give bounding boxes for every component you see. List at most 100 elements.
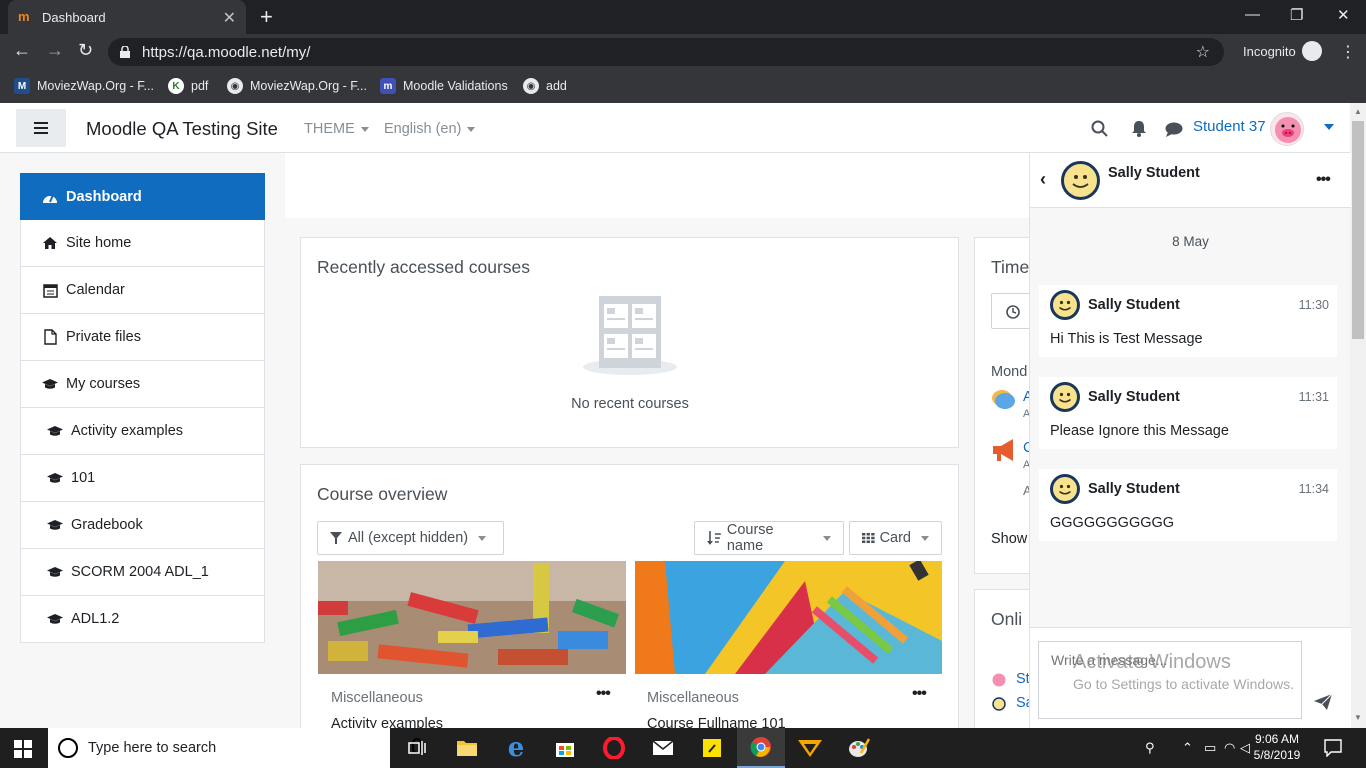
back-icon[interactable]: ← [13, 40, 31, 61]
maximize-icon[interactable]: ❐ [1290, 6, 1303, 24]
nav-item-dashboard[interactable]: Dashboard [20, 173, 265, 220]
message-drawer: ‹ Sally Student ••• 8 May Sally Student … [1029, 153, 1351, 728]
graduation-cap-icon [46, 564, 64, 580]
sender-avatar [1050, 290, 1080, 320]
incognito-label: Incognito [1243, 44, 1296, 59]
search-icon[interactable] [1091, 120, 1108, 137]
bookmark-item[interactable]: M MoviezWap.Org - F... [14, 78, 154, 94]
bookmark-item[interactable]: ◉ MoviezWap.Org - F... [227, 78, 367, 94]
vlc-icon[interactable] [786, 728, 834, 768]
user-menu-chevron-icon[interactable] [1324, 124, 1334, 130]
scroll-down-icon[interactable]: ▼ [1354, 713, 1362, 722]
paint-icon[interactable] [835, 728, 883, 768]
nav-item-my-courses[interactable]: My courses [20, 361, 265, 408]
language-menu[interactable]: English (en) [384, 121, 476, 137]
lock-icon [120, 46, 130, 58]
conversation-actions-icon[interactable]: ••• [1316, 171, 1331, 189]
user-name[interactable]: Student 37 [1193, 118, 1266, 135]
pdf-icon: K [168, 78, 184, 94]
user-avatar[interactable] [1270, 112, 1304, 146]
bookmark-item[interactable]: ◉ add [523, 78, 567, 94]
bookmark-item[interactable]: m Moodle Validations [380, 78, 508, 94]
conversation-header: ‹ Sally Student ••• [1030, 153, 1351, 208]
new-tab-icon[interactable]: + [260, 4, 273, 30]
taskbar-search-box[interactable]: Type here to search [48, 728, 422, 768]
browser-menu-icon[interactable]: ⋮ [1340, 42, 1356, 62]
volume-icon[interactable]: ◁ [1240, 740, 1250, 756]
reload-icon[interactable]: ↻ [78, 40, 93, 61]
message-sender: Sally Student [1088, 389, 1180, 405]
taskbar-clock[interactable]: 9:06 AM 5/8/2019 [1250, 731, 1304, 763]
action-center-icon[interactable] [1324, 739, 1342, 757]
course-name-link[interactable]: Activity examples [331, 716, 443, 728]
nav-item-scorm-2004[interactable]: SCORM 2004 ADL_1 [20, 549, 265, 596]
graduation-cap-icon [46, 517, 64, 533]
graduation-cap-icon [46, 470, 64, 486]
file-explorer-icon[interactable] [443, 728, 491, 768]
bell-icon[interactable] [1131, 120, 1147, 137]
bookmark-item[interactable]: K pdf [168, 78, 208, 94]
site-navbar: Moodle QA Testing Site THEME English (en… [0, 103, 1350, 153]
browser-tab[interactable]: m Dashboard ✕ [8, 0, 246, 34]
course-image-activity-examples[interactable] [318, 561, 626, 674]
course-category: Miscellaneous [331, 690, 423, 706]
grouping-filter-dropdown[interactable]: All (except hidden) [317, 521, 504, 555]
menu-toggle-button[interactable] [16, 109, 66, 147]
store-icon[interactable] [541, 728, 589, 768]
course-actions-menu-icon[interactable]: ••• [912, 685, 927, 703]
sort-dropdown[interactable]: Course name [694, 521, 844, 555]
mail-icon[interactable] [639, 728, 687, 768]
minimize-icon[interactable]: — [1245, 6, 1260, 23]
people-icon[interactable]: ⚲ [1145, 740, 1155, 756]
incognito-icon [1302, 41, 1322, 61]
view-mode-dropdown[interactable]: Card [849, 521, 942, 555]
windows-start-icon[interactable] [14, 740, 32, 758]
battery-icon[interactable]: ▭ [1204, 740, 1216, 756]
contact-avatar[interactable] [1061, 161, 1100, 200]
online-user-link[interactable]: St [1016, 671, 1030, 687]
moviezwap-icon: M [14, 78, 30, 94]
empty-courses-illustration-icon [583, 296, 677, 375]
opera-icon[interactable] [590, 728, 638, 768]
chevron-down-icon [823, 535, 831, 541]
nav-item-site-home[interactable]: Site home [20, 220, 265, 267]
chrome-icon[interactable] [737, 728, 785, 768]
message-date-divider: 8 May [1172, 234, 1209, 249]
nav-item-private-files[interactable]: Private files [20, 314, 265, 361]
edge-browser-icon[interactable]: e [492, 728, 540, 768]
message-sender: Sally Student [1088, 297, 1180, 313]
course-actions-menu-icon[interactable]: ••• [596, 685, 611, 703]
forward-icon[interactable]: → [46, 40, 64, 61]
network-icon[interactable]: ◠ [1224, 740, 1235, 756]
task-view-icon[interactable] [393, 728, 441, 768]
moodle-icon: m [380, 78, 396, 94]
sticky-notes-icon[interactable] [688, 728, 736, 768]
globe-icon: ◉ [227, 78, 243, 94]
theme-menu[interactable]: THEME [304, 121, 369, 137]
contact-name[interactable]: Sally Student [1108, 165, 1200, 181]
window-close-icon[interactable]: ✕ [1337, 6, 1350, 24]
pig-avatar-icon [992, 673, 1006, 687]
page-scrollbar[interactable]: ▲ ▼ [1350, 103, 1366, 728]
send-icon[interactable] [1314, 694, 1332, 710]
timeline-day-heading: Mond [991, 364, 1028, 380]
scroll-up-icon[interactable]: ▲ [1354, 107, 1362, 116]
close-tab-icon[interactable]: ✕ [223, 8, 236, 28]
chat-bubble-icon[interactable] [1165, 122, 1183, 137]
nav-item-activity-examples[interactable]: Activity examples [20, 408, 265, 455]
nav-item-calendar[interactable]: Calendar [20, 267, 265, 314]
url-field[interactable]: https://qa.moodle.net/my/ ☆ [108, 38, 1224, 66]
show-hidden-icons-icon[interactable]: ⌃ [1182, 740, 1193, 756]
bookmark-star-icon[interactable]: ☆ [1196, 42, 1210, 62]
nav-item-101[interactable]: 101 [20, 455, 265, 502]
clock-date: 5/8/2019 [1253, 748, 1301, 762]
course-image-fullname-101[interactable] [635, 561, 942, 674]
show-more-button[interactable]: Show [991, 531, 1027, 547]
scrollbar-thumb[interactable] [1352, 121, 1364, 339]
nav-item-gradebook[interactable]: Gradebook [20, 502, 265, 549]
nav-item-adl12[interactable]: ADL1.2 [20, 596, 265, 643]
globe-icon: ◉ [523, 78, 539, 94]
course-name-link[interactable]: Course Fullname 101 [647, 716, 786, 728]
site-name[interactable]: Moodle QA Testing Site [86, 118, 278, 140]
back-arrow-icon[interactable]: ‹ [1040, 169, 1046, 190]
